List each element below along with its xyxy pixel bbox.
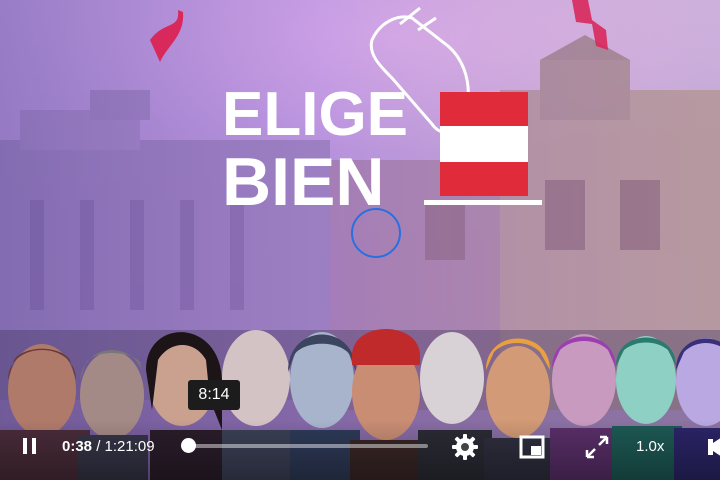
logo-line1: ELIGE [222,80,408,149]
picture-in-picture-button[interactable] [519,435,545,459]
pause-icon [23,438,36,454]
duration: 1:21:09 [104,438,155,455]
seek-bar-handle[interactable] [181,438,196,453]
seek-preview-tooltip: 8:14 [188,380,240,410]
ballot-box-slot [424,200,542,205]
pause-button[interactable] [20,436,40,456]
video-player[interactable]: ELIGE BIEN 8:14 0:38 / 1:21:09 1.0x [0,0,720,480]
settings-button[interactable] [450,432,480,462]
volume-button[interactable] [706,435,720,459]
picture-in-picture-icon [519,435,545,459]
fullscreen-icon [585,435,609,459]
mouse-cursor-ring [351,208,401,258]
settings-gear-icon [452,434,478,460]
fullscreen-button[interactable] [584,434,610,460]
time-display: 0:38 / 1:21:09 [62,438,155,455]
playback-speed-button[interactable]: 1.0x [636,438,664,455]
logo-line2: BIEN [222,144,384,220]
volume-icon [708,438,720,456]
current-time: 0:38 [62,438,93,455]
time-separator: / [96,438,101,455]
seek-bar[interactable] [188,444,428,448]
